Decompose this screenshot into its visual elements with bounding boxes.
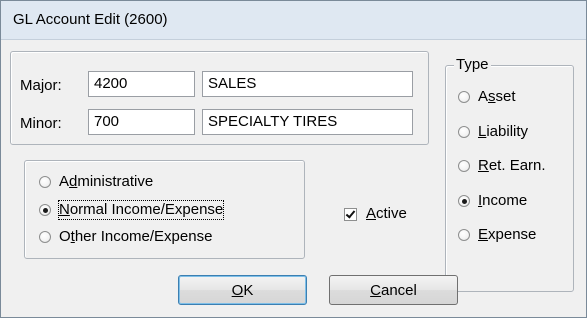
minor-label: Minor: — [20, 115, 62, 132]
radio-label: Ret. Earn. — [478, 157, 546, 174]
type-group: Type Asset Liability Ret. Earn. Income E… — [445, 56, 574, 292]
radio-label: Normal Income/Expense — [57, 200, 225, 220]
checkbox-label: Active — [366, 205, 407, 222]
radio-type-retained-earnings[interactable]: Ret. Earn. — [458, 157, 546, 175]
ok-button[interactable]: OK — [178, 275, 307, 305]
radio-label: Expense — [478, 226, 537, 243]
radio-button-icon — [458, 160, 470, 172]
radio-normal-income-expense[interactable]: Normal Income/Expense — [39, 200, 225, 220]
radio-type-liability[interactable]: Liability — [458, 123, 528, 141]
cancel-button[interactable]: Cancel — [329, 275, 458, 305]
account-group: Major: 4200 SALES Minor: 700 SPECIALTY T… — [10, 51, 429, 145]
radio-button-icon — [458, 91, 470, 103]
minor-number-field[interactable]: 700 — [88, 109, 195, 135]
radio-type-asset[interactable]: Asset — [458, 88, 516, 106]
radio-label: Asset — [478, 88, 516, 105]
radio-label: Liability — [478, 123, 529, 140]
window-title: GL Account Edit (2600) — [13, 11, 168, 28]
category-group: Administrative Normal Income/Expense Oth… — [24, 160, 305, 259]
checkbox-checked-icon — [344, 207, 357, 221]
major-label: Major: — [20, 77, 62, 94]
radio-button-icon — [39, 231, 51, 243]
minor-name-field[interactable]: SPECIALTY TIRES — [202, 109, 413, 135]
radio-button-icon — [458, 126, 470, 138]
gl-account-edit-dialog: GL Account Edit (2600) Major: 4200 SALES… — [0, 0, 587, 318]
radio-administrative[interactable]: Administrative — [39, 173, 153, 191]
radio-label: Administrative — [59, 173, 154, 190]
radio-label: Other Income/Expense — [59, 228, 213, 245]
radio-type-income[interactable]: Income — [458, 192, 527, 210]
radio-button-selected-icon — [458, 195, 470, 207]
major-name-field[interactable]: SALES — [202, 71, 413, 97]
radio-label: Income — [478, 192, 528, 209]
title-bar[interactable]: GL Account Edit (2600) — [1, 1, 586, 40]
radio-other-income-expense[interactable]: Other Income/Expense — [39, 228, 212, 246]
major-number-field[interactable]: 4200 — [88, 71, 195, 97]
button-label: Cancel — [370, 281, 417, 299]
radio-button-icon — [458, 229, 470, 241]
radio-type-expense[interactable]: Expense — [458, 226, 536, 244]
radio-button-icon — [39, 176, 51, 188]
radio-button-selected-icon — [39, 204, 51, 216]
active-checkbox[interactable]: Active — [344, 205, 407, 223]
type-group-legend: Type — [454, 56, 491, 74]
dialog-body: Major: 4200 SALES Minor: 700 SPECIALTY T… — [1, 40, 586, 317]
button-label: OK — [231, 281, 254, 299]
